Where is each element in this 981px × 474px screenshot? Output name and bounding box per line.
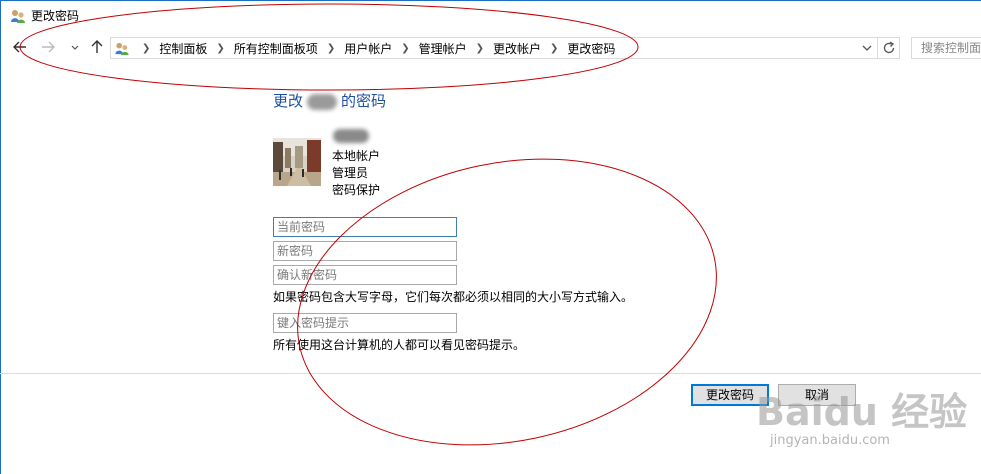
- chevron-right-icon[interactable]: ❯: [216, 43, 224, 54]
- breadcrumb: ❯ 控制面板 ❯ 所有控制面板项 ❯ 用户帐户 ❯ 管理帐户 ❯ 更改帐户 ❯ …: [133, 38, 615, 58]
- change-password-button[interactable]: 更改密码: [691, 384, 769, 406]
- watermark-url: jingyan.baidu.com: [770, 433, 890, 448]
- search-input[interactable]: 搜索控制面板: [911, 37, 981, 59]
- chevron-right-icon[interactable]: ❯: [550, 43, 558, 54]
- arrow-left-icon: [13, 41, 26, 53]
- breadcrumb-change-account[interactable]: 更改帐户: [493, 40, 541, 57]
- address-bar[interactable]: ❯ 控制面板 ❯ 所有控制面板项 ❯ 用户帐户 ❯ 管理帐户 ❯ 更改帐户 ❯ …: [110, 37, 878, 59]
- window-frame-left: [0, 0, 1, 474]
- arrow-right-icon: [42, 41, 55, 53]
- chevron-right-icon: ❯: [142, 42, 151, 54]
- address-dropdown-button[interactable]: [861, 39, 873, 63]
- case-sensitivity-note: 如果密码包含大写字母，它们每次都必须以相同的大小写方式输入。: [273, 290, 634, 304]
- arrow-up-icon: [91, 40, 103, 53]
- footer-divider: [0, 373, 981, 374]
- forward-button[interactable]: [40, 39, 56, 57]
- account-protection: 密码保护: [332, 183, 381, 197]
- refresh-button[interactable]: [878, 37, 900, 59]
- cancel-button[interactable]: 取消: [778, 384, 856, 406]
- up-button[interactable]: [89, 39, 105, 57]
- password-hint-field[interactable]: [273, 313, 457, 333]
- window-title: 更改密码: [31, 9, 80, 23]
- street-photo-image: [273, 138, 321, 186]
- title-bar: 更改密码: [0, 0, 981, 32]
- back-button[interactable]: [12, 39, 28, 57]
- account-type: 本地帐户: [332, 149, 381, 163]
- refresh-icon: [883, 41, 894, 54]
- chevron-right-icon[interactable]: ❯: [401, 43, 409, 54]
- breadcrumb-user-accounts[interactable]: 用户帐户: [344, 40, 392, 57]
- chevron-right-icon[interactable]: ❯: [476, 43, 484, 54]
- page-title: 更改 的密码: [273, 90, 386, 111]
- avatar: [273, 138, 321, 186]
- page-title-suffix: 的密码: [341, 92, 387, 110]
- chevron-down-icon: [862, 45, 872, 51]
- redacted-account-name: [333, 129, 369, 143]
- breadcrumb-manage-accounts[interactable]: 管理帐户: [419, 40, 467, 57]
- page-title-prefix: 更改: [273, 92, 304, 110]
- breadcrumb-control-panel[interactable]: 控制面板: [159, 40, 207, 57]
- recent-locations-button[interactable]: [67, 39, 83, 57]
- chevron-right-icon[interactable]: ❯: [327, 43, 335, 54]
- account-details: 本地帐户 管理员 密码保护: [332, 148, 380, 199]
- breadcrumb-change-password[interactable]: 更改密码: [567, 40, 615, 57]
- breadcrumb-all-items[interactable]: 所有控制面板项: [234, 40, 318, 57]
- hint-visibility-note: 所有使用这台计算机的人都可以看见密码提示。: [273, 338, 526, 352]
- confirm-password-field[interactable]: [273, 265, 457, 285]
- chevron-down-icon: [71, 45, 79, 50]
- user-accounts-icon: [11, 10, 25, 23]
- control-panel-icon: [115, 42, 129, 56]
- redacted-username: [307, 93, 338, 110]
- current-password-field[interactable]: [273, 217, 457, 237]
- new-password-field[interactable]: [273, 241, 457, 261]
- account-role: 管理员: [332, 166, 369, 180]
